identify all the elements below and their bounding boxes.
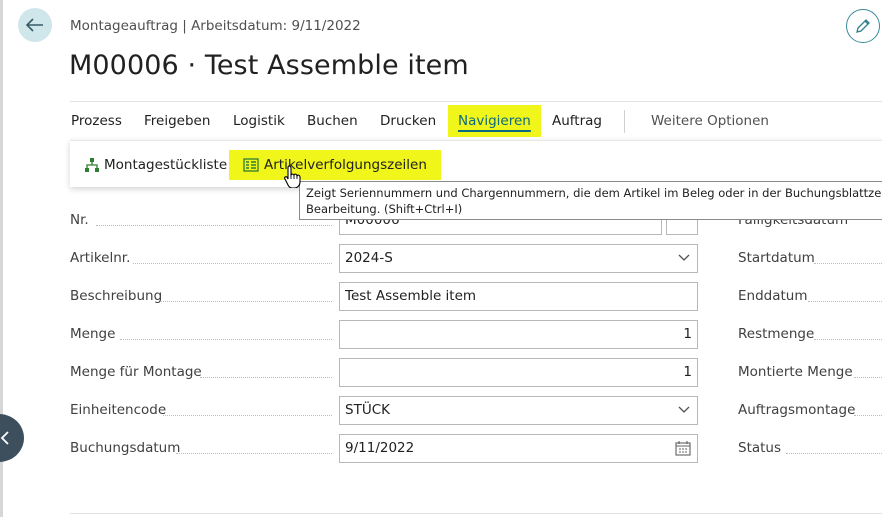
label-montierte-menge: Montierte Menge xyxy=(738,364,853,380)
label-leader xyxy=(854,376,882,378)
chevron-down-icon xyxy=(678,406,690,413)
tooltip-line: Zeigt Seriennummern und Chargennummern, … xyxy=(306,186,882,200)
menu-item-montagestueckliste[interactable]: Montagestückliste xyxy=(84,150,227,180)
label-beschreibung: Beschreibung xyxy=(70,288,163,304)
tab-prozess[interactable]: Prozess xyxy=(71,105,122,137)
back-button[interactable] xyxy=(18,8,52,42)
arrow-left-icon xyxy=(26,18,43,32)
label-leader xyxy=(176,452,332,454)
label-menge: Menge xyxy=(70,326,116,342)
chevron-left-icon xyxy=(0,431,9,445)
edit-button[interactable] xyxy=(846,9,880,43)
chevron-down-icon xyxy=(678,254,690,261)
tab-separator xyxy=(624,110,625,133)
page-title: M00006 · Test Assemble item xyxy=(69,50,469,81)
label-leader xyxy=(814,338,882,340)
label-nr: Nr. xyxy=(70,212,89,228)
tooltip: Zeigt Seriennummern und Chargennummern, … xyxy=(299,181,882,220)
einheitencode-select[interactable]: STÜCK xyxy=(339,396,698,425)
label-leader xyxy=(160,300,332,302)
tab-freigeben[interactable]: Freigeben xyxy=(144,105,210,137)
label-status: Status xyxy=(738,440,782,456)
pencil-icon xyxy=(856,19,870,33)
label-einheitencode: Einheitencode xyxy=(70,402,167,418)
divider xyxy=(70,101,882,102)
tab-weitere-optionen[interactable]: Weitere Optionen xyxy=(651,105,769,137)
hierarchy-icon xyxy=(85,158,99,172)
artikelnr-select[interactable]: 2024-S xyxy=(339,244,698,273)
label-leader xyxy=(96,224,332,226)
label-leader xyxy=(814,262,882,264)
label-enddatum: Enddatum xyxy=(738,288,808,304)
label-auftragsmontage: Auftragsmontage xyxy=(738,402,856,418)
label-leader xyxy=(133,262,332,264)
tab-buchen[interactable]: Buchen xyxy=(307,105,358,137)
beschreibung-field[interactable]: Test Assemble item xyxy=(339,282,698,311)
label-leader xyxy=(786,452,882,454)
label-leader xyxy=(120,338,332,340)
einheitencode-value: STÜCK xyxy=(345,402,390,418)
divider xyxy=(70,513,882,514)
label-buchungsdatum: Buchungsdatum xyxy=(70,440,181,456)
hand-cursor-icon xyxy=(284,165,301,188)
label-leader xyxy=(808,300,882,302)
menu-item-label: Montagestückliste xyxy=(104,157,228,173)
label-leader xyxy=(200,376,332,378)
artikelnr-value: 2024-S xyxy=(345,250,393,266)
collapse-button[interactable] xyxy=(0,414,24,462)
tooltip-line: Bearbeitung. (Shift+Ctrl+I) xyxy=(306,202,463,216)
buchungsdatum-value: 9/11/2022 xyxy=(345,440,415,456)
menu-item-artikelverfolgungszeilen[interactable]: Artikelverfolgungszeilen xyxy=(229,150,441,180)
menge-field[interactable]: 1 xyxy=(339,320,698,349)
breadcrumb: Montageauftrag | Arbeitsdatum: 9/11/2022 xyxy=(70,18,361,34)
label-restmenge: Restmenge xyxy=(738,326,815,342)
tab-drucken[interactable]: Drucken xyxy=(380,105,436,137)
label-leader xyxy=(854,414,882,416)
label-leader xyxy=(163,414,332,416)
tab-navigieren-label: Navigieren xyxy=(458,113,531,129)
label-menge-fuer-montage: Menge für Montage xyxy=(70,364,202,380)
menge-fuer-montage-field[interactable]: 1 xyxy=(339,358,698,387)
tracking-lines-icon xyxy=(243,158,259,172)
buchungsdatum-field[interactable]: 9/11/2022 xyxy=(339,434,698,463)
label-startdatum: Startdatum xyxy=(738,250,815,266)
tab-auftrag[interactable]: Auftrag xyxy=(552,105,602,137)
tab-logistik[interactable]: Logistik xyxy=(233,105,285,137)
calendar-icon[interactable] xyxy=(675,441,691,456)
tab-navigieren[interactable]: Navigieren xyxy=(448,105,541,137)
label-artikelnr: Artikelnr. xyxy=(70,250,131,266)
